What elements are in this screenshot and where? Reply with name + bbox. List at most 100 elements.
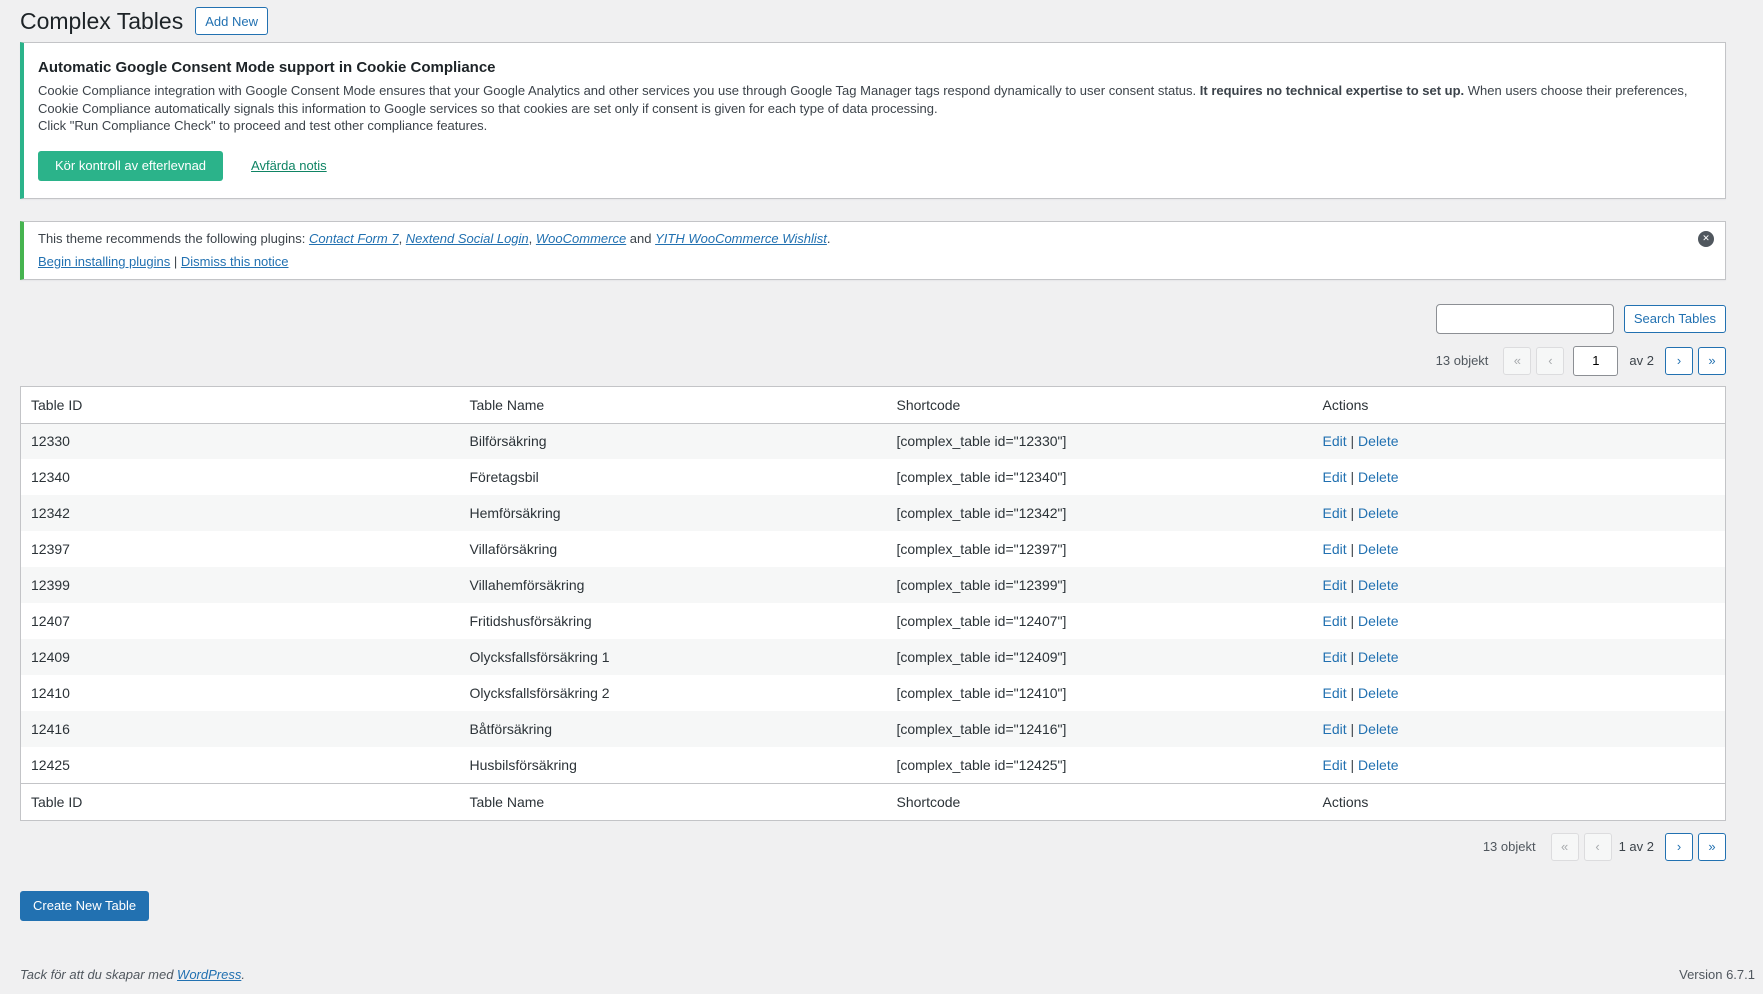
edit-link[interactable]: Edit <box>1323 577 1347 593</box>
thanks-suffix: . <box>241 967 245 982</box>
footer-actions: Actions <box>1313 783 1726 820</box>
page-position-label: 1 av 2 <box>1619 839 1654 854</box>
cell-table-name: Olycksfallsförsäkring 2 <box>460 675 887 711</box>
current-page-input[interactable] <box>1573 346 1618 376</box>
dismiss-notice-link[interactable]: Avfärda notis <box>251 158 327 173</box>
table-row: 12399Villahemförsäkring[complex_table id… <box>21 567 1726 603</box>
consent-body-text-3: Click "Run Compliance Check" to proceed … <box>38 118 487 133</box>
action-separator: | <box>1347 433 1358 449</box>
action-separator: | <box>1347 649 1358 665</box>
chevron-left-icon: ‹ <box>1548 353 1552 368</box>
pagination-next-button-bottom[interactable]: › <box>1665 833 1693 861</box>
page-title: Complex Tables <box>20 6 183 36</box>
edit-link[interactable]: Edit <box>1323 541 1347 557</box>
page-heading-row: Complex Tables Add New <box>20 0 1726 36</box>
delete-link[interactable]: Delete <box>1358 685 1398 701</box>
create-new-table-button[interactable]: Create New Table <box>20 891 149 921</box>
close-icon: ✕ <box>1702 233 1710 244</box>
cell-actions: Edit | Delete <box>1313 603 1726 639</box>
consent-notice-heading: Automatic Google Consent Mode support in… <box>38 59 1711 76</box>
delete-link[interactable]: Delete <box>1358 577 1398 593</box>
items-count: 13 objekt <box>1436 353 1489 368</box>
plugin-link-2[interactable]: Nextend Social Login <box>406 231 529 246</box>
edit-link[interactable]: Edit <box>1323 505 1347 521</box>
cell-table-id: 12399 <box>21 567 460 603</box>
plugin-link-3[interactable]: WooCommerce <box>536 231 626 246</box>
table-row: 12407Fritidshusförsäkring[complex_table … <box>21 603 1726 639</box>
cell-table-id: 12425 <box>21 747 460 783</box>
add-new-button[interactable]: Add New <box>195 7 268 35</box>
dismiss-notice-button[interactable]: ✕ <box>1698 231 1714 247</box>
plugin-link-4[interactable]: YITH WooCommerce Wishlist <box>655 231 827 246</box>
cell-shortcode: [complex_table id="12410"] <box>887 675 1313 711</box>
cell-actions: Edit | Delete <box>1313 567 1726 603</box>
footer-shortcode: Shortcode <box>887 783 1313 820</box>
cell-actions: Edit | Delete <box>1313 459 1726 495</box>
version-label: Version 6.7.1 <box>1679 967 1755 982</box>
edit-link[interactable]: Edit <box>1323 685 1347 701</box>
table-row: 12409Olycksfallsförsäkring 1[complex_tab… <box>21 639 1726 675</box>
consent-body-bold: It requires no technical expertise to se… <box>1200 83 1464 98</box>
delete-link[interactable]: Delete <box>1358 541 1398 557</box>
tablenav-top: Search Tables 13 objekt « ‹ av 2 › » <box>20 304 1726 376</box>
consent-mode-notice: Automatic Google Consent Mode support in… <box>20 42 1726 199</box>
cell-actions: Edit | Delete <box>1313 675 1726 711</box>
action-separator: | <box>1347 685 1358 701</box>
delete-link[interactable]: Delete <box>1358 649 1398 665</box>
cell-table-name: Hemförsäkring <box>460 495 887 531</box>
plugin-link-1[interactable]: Contact Form 7 <box>309 231 399 246</box>
header-table-name: Table Name <box>460 386 887 423</box>
edit-link[interactable]: Edit <box>1323 469 1347 485</box>
pagination-last-button-bottom[interactable]: » <box>1698 833 1726 861</box>
table-footer-row: Table ID Table Name Shortcode Actions <box>21 783 1726 820</box>
delete-link[interactable]: Delete <box>1358 757 1398 773</box>
cell-table-id: 12416 <box>21 711 460 747</box>
consent-notice-actions: Kör kontroll av efterlevnad Avfärda noti… <box>38 151 1711 181</box>
double-chevron-left-icon: « <box>1561 839 1568 854</box>
dismiss-this-notice-link[interactable]: Dismiss this notice <box>181 254 289 269</box>
delete-link[interactable]: Delete <box>1358 433 1398 449</box>
table-row: 12397Villaförsäkring[complex_table id="1… <box>21 531 1726 567</box>
cell-shortcode: [complex_table id="12399"] <box>887 567 1313 603</box>
plugin-link-separator: and <box>626 231 655 246</box>
edit-link[interactable]: Edit <box>1323 433 1347 449</box>
plugins-notice-suffix: . <box>827 231 831 246</box>
cell-table-name: Bilförsäkring <box>460 423 887 459</box>
cell-shortcode: [complex_table id="12342"] <box>887 495 1313 531</box>
footer-table-id: Table ID <box>21 783 460 820</box>
run-compliance-check-button[interactable]: Kör kontroll av efterlevnad <box>38 151 223 181</box>
delete-link[interactable]: Delete <box>1358 613 1398 629</box>
delete-link[interactable]: Delete <box>1358 469 1398 485</box>
cell-shortcode: [complex_table id="12425"] <box>887 747 1313 783</box>
pagination-next-button[interactable]: › <box>1665 347 1693 375</box>
edit-link[interactable]: Edit <box>1323 613 1347 629</box>
cell-table-name: Villahemförsäkring <box>460 567 887 603</box>
chevron-right-icon: › <box>1677 839 1681 854</box>
edit-link[interactable]: Edit <box>1323 757 1347 773</box>
pagination-prev-button: ‹ <box>1536 347 1564 375</box>
consent-notice-body: Cookie Compliance integration with Googl… <box>38 82 1711 135</box>
plugin-link-separator: , <box>399 231 406 246</box>
edit-link[interactable]: Edit <box>1323 721 1347 737</box>
cell-table-name: Olycksfallsförsäkring 1 <box>460 639 887 675</box>
cell-actions: Edit | Delete <box>1313 423 1726 459</box>
cell-table-id: 12330 <box>21 423 460 459</box>
plugin-link-separator: , <box>529 231 536 246</box>
cell-shortcode: [complex_table id="12407"] <box>887 603 1313 639</box>
search-tables-button[interactable]: Search Tables <box>1624 305 1726 333</box>
action-separator: | <box>1347 757 1358 773</box>
plugin-links: Contact Form 7, Nextend Social Login, Wo… <box>309 231 831 246</box>
cell-table-name: Företagsbil <box>460 459 887 495</box>
search-input[interactable] <box>1436 304 1614 334</box>
pagination-last-button[interactable]: » <box>1698 347 1726 375</box>
edit-link[interactable]: Edit <box>1323 649 1347 665</box>
cell-table-id: 12397 <box>21 531 460 567</box>
delete-link[interactable]: Delete <box>1358 721 1398 737</box>
cell-table-id: 12340 <box>21 459 460 495</box>
begin-installing-plugins-link[interactable]: Begin installing plugins <box>38 254 170 269</box>
delete-link[interactable]: Delete <box>1358 505 1398 521</box>
pagination-top: 13 objekt « ‹ av 2 › » <box>20 346 1726 376</box>
action-separator: | <box>1347 469 1358 485</box>
cell-actions: Edit | Delete <box>1313 639 1726 675</box>
wordpress-link[interactable]: WordPress <box>177 967 241 982</box>
